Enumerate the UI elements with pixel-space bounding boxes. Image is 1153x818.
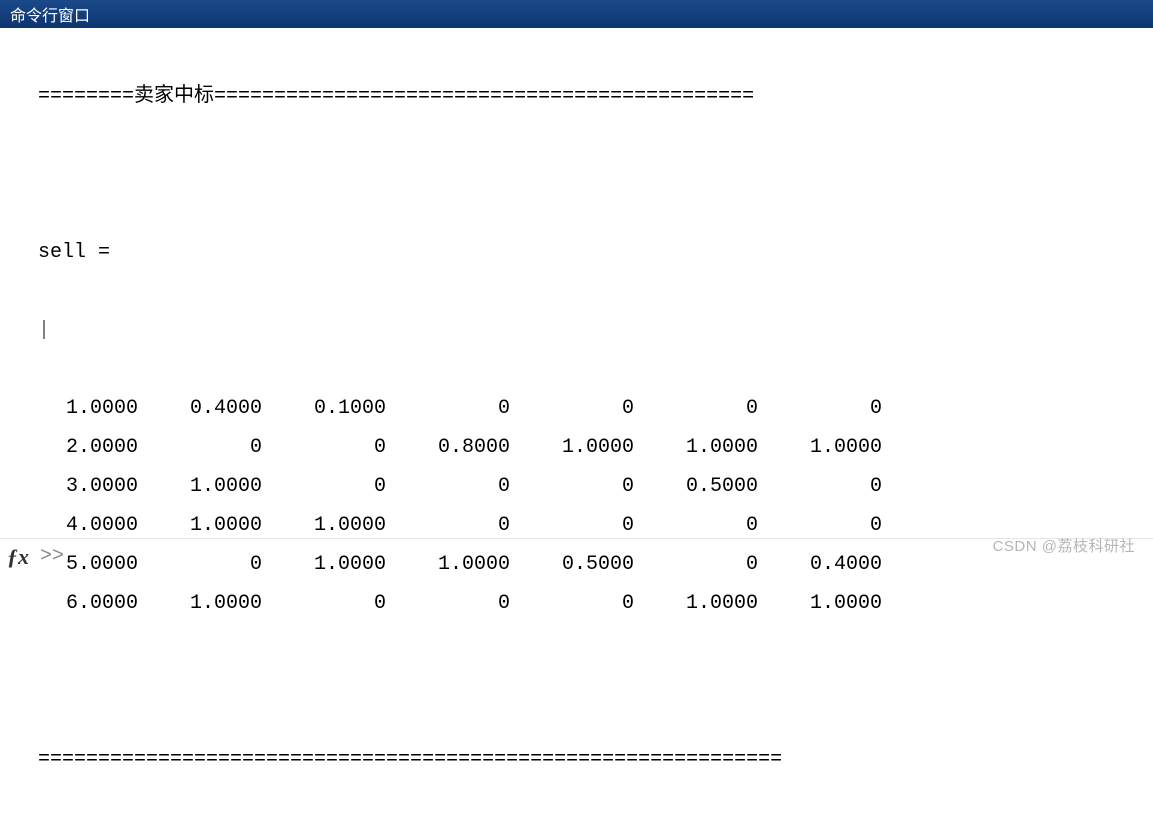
table-cell: 0.5000 — [634, 467, 758, 506]
prompt-bar: ƒx >> — [0, 538, 1153, 574]
window-title: 命令行窗口 — [10, 2, 90, 26]
table-cell: 1.0000 — [758, 584, 882, 623]
blank-line — [38, 662, 1153, 701]
watermark: CSDN @荔枝科研社 — [993, 535, 1135, 556]
variable-name: sell = — [38, 233, 1153, 272]
table-cell: 6.0000 — [38, 584, 138, 623]
table-cell: 0 — [510, 467, 634, 506]
table-row: 6.00001.00000001.00001.0000 — [38, 584, 1153, 623]
table-cell: 1.0000 — [510, 428, 634, 467]
cursor-line: | — [38, 311, 1153, 350]
table-cell: 0 — [262, 467, 386, 506]
table-cell: 0 — [138, 428, 262, 467]
fx-icon[interactable]: ƒx — [0, 544, 36, 570]
table-cell: 0 — [262, 584, 386, 623]
separator-line: ========================================… — [38, 740, 1153, 779]
table-cell: 1.0000 — [138, 467, 262, 506]
table-cell: 0 — [510, 389, 634, 428]
table-cell: 0 — [510, 584, 634, 623]
table-cell: 0.8000 — [386, 428, 510, 467]
blank-line — [38, 155, 1153, 194]
table-cell: 1.0000 — [758, 428, 882, 467]
table-cell: 1.0000 — [138, 584, 262, 623]
table-row: 3.00001.00000000.50000 — [38, 467, 1153, 506]
table-row: 2.0000000.80001.00001.00001.0000 — [38, 428, 1153, 467]
table-cell: 1.0000 — [634, 584, 758, 623]
table-cell: 2.0000 — [38, 428, 138, 467]
table-cell: 0.4000 — [138, 389, 262, 428]
table-cell: 0 — [386, 467, 510, 506]
matrix-output: 1.00000.40000.100000002.0000000.80001.00… — [38, 389, 1153, 623]
table-cell: 3.0000 — [38, 467, 138, 506]
table-cell: 0.1000 — [262, 389, 386, 428]
prompt-symbol[interactable]: >> — [36, 545, 64, 568]
table-cell: 0 — [758, 467, 882, 506]
command-output[interactable]: ========卖家中标============================… — [38, 28, 1153, 818]
table-cell: 0 — [758, 389, 882, 428]
title-bar: 命令行窗口 — [0, 0, 1153, 28]
table-row: 1.00000.40000.10000000 — [38, 389, 1153, 428]
section-header: ========卖家中标============================… — [38, 77, 1153, 116]
table-cell: 0 — [386, 584, 510, 623]
table-cell: 0 — [262, 428, 386, 467]
table-cell: 0 — [386, 389, 510, 428]
table-cell: 1.0000 — [38, 389, 138, 428]
table-cell: 0 — [634, 389, 758, 428]
table-cell: 1.0000 — [634, 428, 758, 467]
